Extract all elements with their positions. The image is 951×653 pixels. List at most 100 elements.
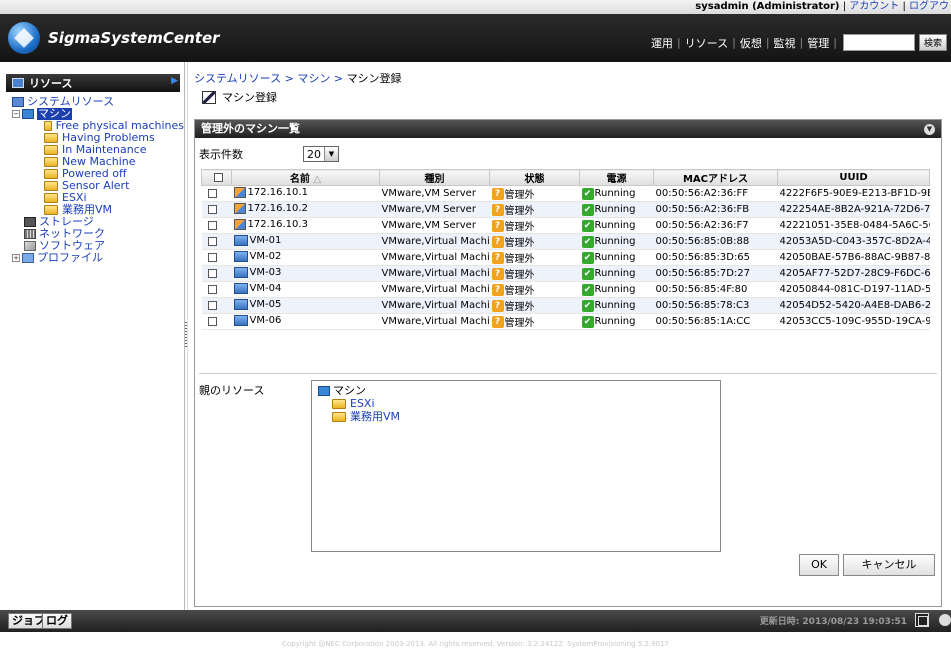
row-checkbox[interactable] [207,252,217,262]
row-state-cell: ? 管理外 [489,281,580,298]
table-row[interactable]: VM-03 VMware,Virtual Machin? 管理外 ✔ Running 00… [201,265,930,282]
cancel-button[interactable]: キャンセル [843,554,935,576]
virtual-machine-icon [233,250,248,262]
breadcrumb: システムリソース > マシン > マシン登録 [194,72,402,85]
parent-tree-item[interactable]: ESXi [318,397,714,410]
folder-icon [332,411,346,422]
tree-item-system-resource[interactable]: システムリソース [4,96,184,108]
machine-name: VM-01 [249,234,282,246]
column-power[interactable]: 電源 [579,169,654,186]
row-name-cell: VM-03 [231,265,380,282]
tree-item-group[interactable]: 業務用VM [4,204,184,216]
nav-resource[interactable]: リソース [681,35,732,51]
group-folder-icon [44,145,58,155]
row-state-cell: ? 管理外 [489,249,580,266]
logo-text: SigmaSystemCenter [48,29,220,47]
row-name-cell: VM-02 [231,249,380,266]
row-checkbox[interactable] [207,300,217,310]
group-folder-icon [44,157,58,167]
power-running-icon: ✔ [581,219,594,232]
account-link[interactable]: アカウント [849,1,899,12]
select-all-checkbox[interactable] [214,172,223,182]
column-uuid[interactable]: UUID [777,169,930,186]
table-row[interactable]: VM-04 VMware,Virtual Machin? 管理外 ✔ Running 00… [201,281,930,298]
table-row[interactable]: VM-01 VMware,Virtual Machin? 管理外 ✔ Running 00… [201,233,930,250]
top-bar: sysadmin (Administrator) | アカウント | ログアウ … [0,0,951,62]
breadcrumb-machine[interactable]: マシン [297,72,330,85]
column-name[interactable]: 名前 △ [231,169,380,186]
row-checkbox[interactable] [207,316,217,326]
folder-icon [44,205,58,215]
row-name-cell: VM-01 [231,233,380,250]
tree-item-group[interactable]: Sensor Alert [4,180,184,192]
row-checkbox[interactable] [207,188,217,198]
row-uuid-cell: 4205AF77-52D7-28C9-F6DC-6E [777,265,930,282]
row-mac-cell: 00:50:56:85:1A:CC [653,313,778,330]
resource-icon [12,78,24,88]
row-checkbox[interactable] [207,236,217,246]
tree-item-profile[interactable]: + プロファイル [4,252,184,264]
table-row[interactable]: 172.16.10.1 VMware,VM Server? 管理外 ✔ Running 0… [201,185,930,202]
row-checkbox-cell [201,297,232,314]
column-kind[interactable]: 種別 [379,169,490,186]
row-uuid-cell: 42053A5D-C043-357C-8D2A-49 [777,233,930,250]
nav-operations[interactable]: 運用 [647,35,677,51]
sidebar-header: リソース ▶ [0,62,184,92]
row-name-cell: VM-06 [231,313,380,330]
parent-resource-label: 親のリソース [199,384,265,397]
storage-icon [24,217,36,227]
parent-tree-root[interactable]: マシン [318,384,714,397]
row-state-cell: ? 管理外 [489,313,580,330]
page-size-row: 表示件数 20 ▼ [199,146,339,162]
nav-management[interactable]: 管理 [803,35,833,51]
row-uuid-cell: 42221051-35E8-0484-5A6C-565 [777,217,930,234]
row-checkbox[interactable] [207,268,217,278]
row-checkbox[interactable] [207,220,217,230]
row-checkbox[interactable] [207,204,217,214]
machine-name: VM-02 [249,250,282,262]
row-checkbox[interactable] [207,284,217,294]
row-power-cell: ✔ Running [579,201,654,218]
table-row[interactable]: VM-06 VMware,Virtual Machin? 管理外 ✔ Running 00… [201,313,930,330]
column-mac[interactable]: MACアドレス [653,169,778,186]
logout-link[interactable]: ログアウ [909,1,949,12]
row-checkbox-cell [201,233,232,250]
search-input[interactable] [842,34,915,51]
splitter-grip-icon[interactable] [185,322,187,348]
profile-icon [22,253,34,263]
collapse-panel-icon[interactable]: ▼ [924,124,935,135]
table-row[interactable]: VM-02 VMware,Virtual Machin? 管理外 ✔ Running 00… [201,249,930,266]
row-uuid-cell: 4222F6F5-90E9-E213-BF1D-9E [777,185,930,202]
collapse-arrow-icon[interactable]: ▶ [171,76,178,86]
table-row[interactable]: 172.16.10.3 VMware,VM Server? 管理外 ✔ Running 0… [201,217,930,234]
parent-tree-item[interactable]: 業務用VM [318,410,714,423]
ok-button[interactable]: OK [799,554,839,576]
virtual-machine-icon [233,314,248,326]
breadcrumb-system-resource[interactable]: システムリソース [194,72,281,85]
collapse-toggle-icon[interactable]: − [12,110,20,118]
row-checkbox-cell [201,217,232,234]
machine-name: VM-05 [249,298,282,310]
power-running-icon: ✔ [581,235,594,248]
window-toggle-icon[interactable] [915,613,929,627]
row-checkbox-cell [201,313,232,330]
power-running-icon: ✔ [581,187,594,200]
machine-name: 172.16.10.2 [247,202,308,214]
group-folder-icon [44,133,58,143]
software-icon [24,241,36,251]
table-row[interactable]: VM-05 VMware,Virtual Machin? 管理外 ✔ Running 00… [201,297,930,314]
column-state[interactable]: 状態 [489,169,580,186]
row-checkbox-cell [201,185,232,202]
page-size-select[interactable]: 20 ▼ [303,146,339,162]
host-server-icon [233,202,246,214]
expand-toggle-icon[interactable]: + [12,254,20,262]
options-icon[interactable] [939,614,951,626]
row-name-cell: 172.16.10.1 [231,185,380,202]
search-button[interactable]: 検索 [918,34,947,51]
unmanaged-warning-icon: ? [491,219,504,232]
last-updated: 更新日時: 2013/08/23 19:03:51 [759,617,907,627]
nav-virtual[interactable]: 仮想 [736,35,766,51]
table-row[interactable]: 172.16.10.2 VMware,VM Server? 管理外 ✔ Running 0… [201,201,930,218]
tab-logs[interactable]: ログ [42,613,72,629]
nav-monitor[interactable]: 監視 [770,35,800,51]
